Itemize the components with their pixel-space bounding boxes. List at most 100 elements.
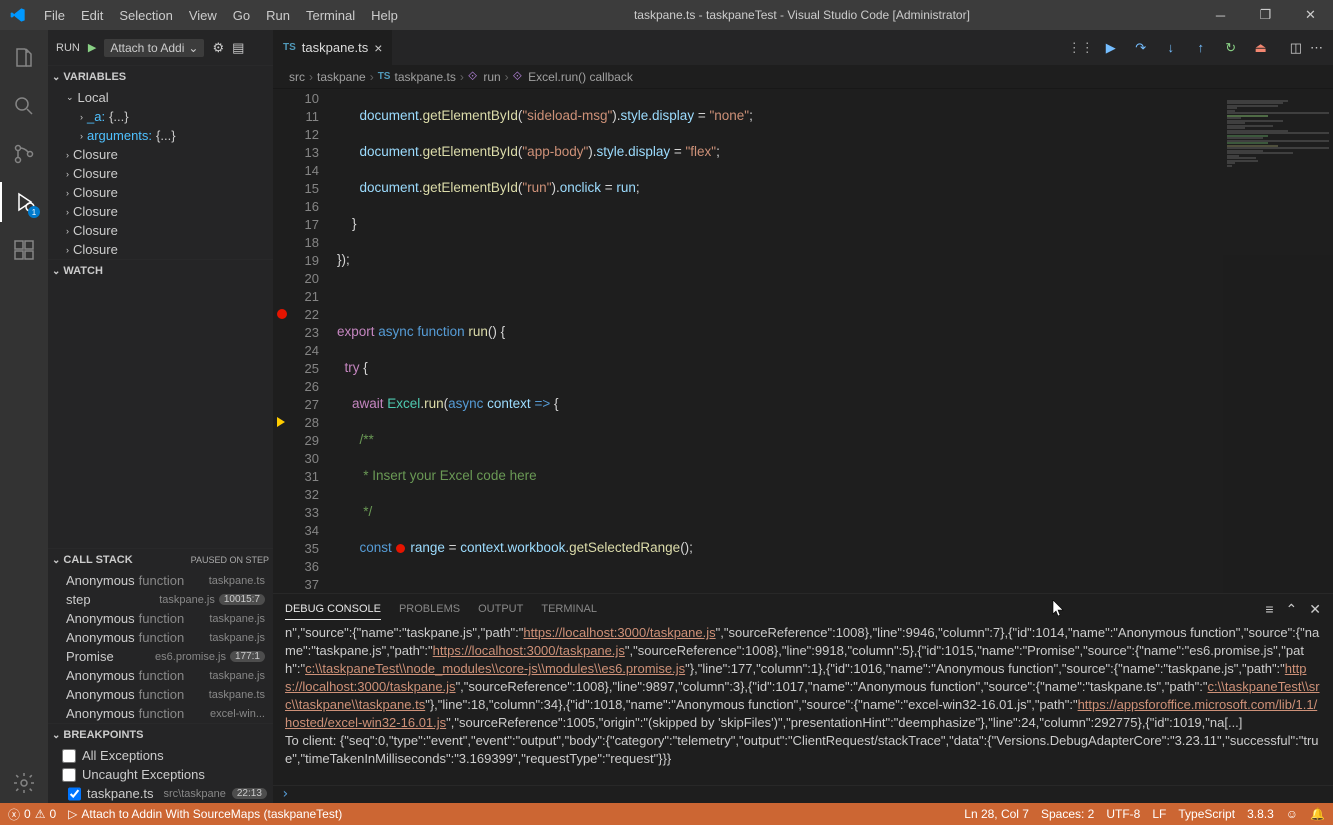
status-version[interactable]: 3.8.3 <box>1247 807 1274 821</box>
scope-closure[interactable]: ›Closure <box>48 164 273 183</box>
scope-closure[interactable]: ›Closure <box>48 145 273 164</box>
gutter[interactable]: 10 11 12 13 14 15 16 17 18 19 20 21 22 2… <box>273 89 333 593</box>
tab-terminal[interactable]: TERMINAL <box>541 599 597 619</box>
close-tab-icon[interactable]: × <box>374 40 382 56</box>
tab-problems[interactable]: PROBLEMS <box>399 599 460 619</box>
editor-content[interactable]: document.getElementById("sideload-msg").… <box>333 89 1223 593</box>
menu-help[interactable]: Help <box>363 4 406 27</box>
continue-icon[interactable]: ▶ <box>1098 35 1124 61</box>
status-lang[interactable]: TypeScript <box>1178 807 1235 821</box>
var-arguments[interactable]: › arguments: {...} <box>48 126 273 145</box>
method-icon: ⟐ <box>468 69 477 84</box>
feedback-icon[interactable]: ☺ <box>1286 807 1298 821</box>
status-eol[interactable]: LF <box>1152 807 1166 821</box>
bp-uncaught-exceptions[interactable]: Uncaught Exceptions <box>48 765 273 784</box>
menubar: File Edit Selection View Go Run Terminal… <box>36 4 406 27</box>
debug-badge: 1 <box>28 206 40 218</box>
debug-sidebar: RUN ▶ Attach to Addi ⌄ ⚙ ▤ ⌄VARIABLES ⌄L… <box>48 30 273 803</box>
tab-debug-console[interactable]: DEBUG CONSOLE <box>285 599 381 620</box>
split-editor-icon[interactable]: ◫ <box>1290 40 1302 56</box>
bell-icon[interactable]: 🔔 <box>1310 807 1325 821</box>
status-run-config[interactable]: ▷Attach to Addin With SourceMaps (taskpa… <box>68 807 342 821</box>
bp-taskpane[interactable]: taskpane.tssrc\taskpane22:13 <box>48 784 273 803</box>
menu-edit[interactable]: Edit <box>73 4 111 27</box>
debug-console-shortcut-icon[interactable]: ▤ <box>232 40 244 56</box>
step-out-icon[interactable]: ↑ <box>1188 35 1214 61</box>
more-actions-icon[interactable]: ⋯ <box>1310 40 1323 56</box>
scope-closure[interactable]: ›Closure <box>48 202 273 221</box>
link[interactable]: https://localhost:3000/taskpane.js <box>523 625 715 640</box>
settings-gear-icon[interactable] <box>0 763 48 803</box>
callstack-row[interactable]: Promisees6.promise.js177:1 <box>48 647 273 666</box>
breakpoints-section-header[interactable]: ⌄BREAKPOINTS <box>48 724 273 746</box>
filter-icon[interactable]: ≡ <box>1265 597 1273 622</box>
step-over-icon[interactable]: ↷ <box>1128 35 1154 61</box>
paused-reason: PAUSED ON STEP <box>191 555 269 565</box>
variables-section-header[interactable]: ⌄VARIABLES <box>48 66 273 88</box>
status-errors[interactable]: ⓧ0 ⚠0 <box>8 806 56 823</box>
close-panel-icon[interactable]: ✕ <box>1309 597 1321 622</box>
callstack-row[interactable]: Anonymousfunctiontaskpane.js <box>48 666 273 685</box>
debug-console-input[interactable]: › <box>273 785 1333 803</box>
minimap[interactable] <box>1223 89 1333 593</box>
breadcrumbs[interactable]: src› taskpane› TStaskpane.ts› ⟐run› ⟐Exc… <box>273 65 1333 89</box>
drag-handle-icon[interactable]: ⋮⋮ <box>1068 35 1094 61</box>
debug-console-output[interactable]: n","source":{"name":"taskpane.js","path"… <box>273 624 1333 785</box>
run-header: RUN ▶ Attach to Addi ⌄ ⚙ ▤ <box>48 30 273 65</box>
tab-label: taskpane.ts <box>302 40 369 55</box>
status-lncol[interactable]: Ln 28, Col 7 <box>964 807 1029 821</box>
menu-terminal[interactable]: Terminal <box>298 4 363 27</box>
bp-all-exc-check[interactable] <box>62 749 76 763</box>
typescript-icon: TS <box>378 71 391 82</box>
scm-icon[interactable] <box>0 134 48 174</box>
menu-view[interactable]: View <box>181 4 225 27</box>
search-icon[interactable] <box>0 86 48 126</box>
callstack-row[interactable]: Anonymousfunctiontaskpane.ts <box>48 571 273 590</box>
step-into-icon[interactable]: ↓ <box>1158 35 1184 61</box>
link[interactable]: https://localhost:3000/taskpane.js <box>433 643 625 658</box>
scope-closure[interactable]: ›Closure <box>48 183 273 202</box>
callstack-row[interactable]: Anonymousfunctionexcel-win... <box>48 704 273 723</box>
menu-selection[interactable]: Selection <box>111 4 180 27</box>
vscode-icon <box>10 7 26 23</box>
watch-section-header[interactable]: ⌄WATCH <box>48 260 273 282</box>
status-encoding[interactable]: UTF-8 <box>1106 807 1140 821</box>
minimize-button[interactable]: ─ <box>1198 0 1243 30</box>
explorer-icon[interactable] <box>0 38 48 78</box>
debug-config-select[interactable]: Attach to Addi ⌄ <box>104 39 204 57</box>
bp-all-exceptions[interactable]: All Exceptions <box>48 746 273 765</box>
debug-settings-icon[interactable]: ⚙ <box>212 40 224 56</box>
breakpoint-glyph[interactable] <box>277 309 287 319</box>
close-button[interactable]: ✕ <box>1288 0 1333 30</box>
callstack-row[interactable]: Anonymousfunctiontaskpane.ts <box>48 685 273 704</box>
chevron-down-icon: ⌄ <box>188 41 198 55</box>
restart-icon[interactable]: ↻ <box>1218 35 1244 61</box>
scope-closure[interactable]: ›Closure <box>48 221 273 240</box>
current-line-arrow: 28 <box>273 413 333 431</box>
run-debug-icon[interactable]: 1 <box>0 182 48 222</box>
warning-icon: ⚠ <box>35 807 46 821</box>
extensions-icon[interactable] <box>0 230 48 270</box>
bp-uncaught-check[interactable] <box>62 768 76 782</box>
menu-file[interactable]: File <box>36 4 73 27</box>
link[interactable]: c:\\taskpaneTest\\node_modules\\core-js\… <box>305 661 685 676</box>
scope-local[interactable]: ⌄Local <box>48 88 273 107</box>
menu-go[interactable]: Go <box>225 4 258 27</box>
status-spaces[interactable]: Spaces: 2 <box>1041 807 1094 821</box>
start-debug-icon[interactable]: ▶ <box>88 41 96 54</box>
callstack-row[interactable]: steptaskpane.js10015:7 <box>48 590 273 609</box>
menu-run[interactable]: Run <box>258 4 298 27</box>
callstack-row[interactable]: Anonymousfunctiontaskpane.js <box>48 628 273 647</box>
disconnect-icon[interactable]: ⏏ <box>1248 35 1274 61</box>
callstack-row[interactable]: Anonymousfunctiontaskpane.js <box>48 609 273 628</box>
tab-output[interactable]: OUTPUT <box>478 599 523 619</box>
var-a[interactable]: › _a: {...} <box>48 107 273 126</box>
tab-taskpane[interactable]: TS taskpane.ts × <box>273 30 393 65</box>
scope-closure[interactable]: ›Closure <box>48 240 273 259</box>
expand-panel-icon[interactable]: ⌃ <box>1286 597 1298 622</box>
typescript-icon: TS <box>283 42 296 53</box>
bp-taskpane-check[interactable] <box>68 787 81 801</box>
error-icon: ⓧ <box>8 806 20 823</box>
maximize-button[interactable]: ❐ <box>1243 0 1288 30</box>
callstack-section-header[interactable]: ⌄CALL STACKPAUSED ON STEP <box>48 549 273 571</box>
